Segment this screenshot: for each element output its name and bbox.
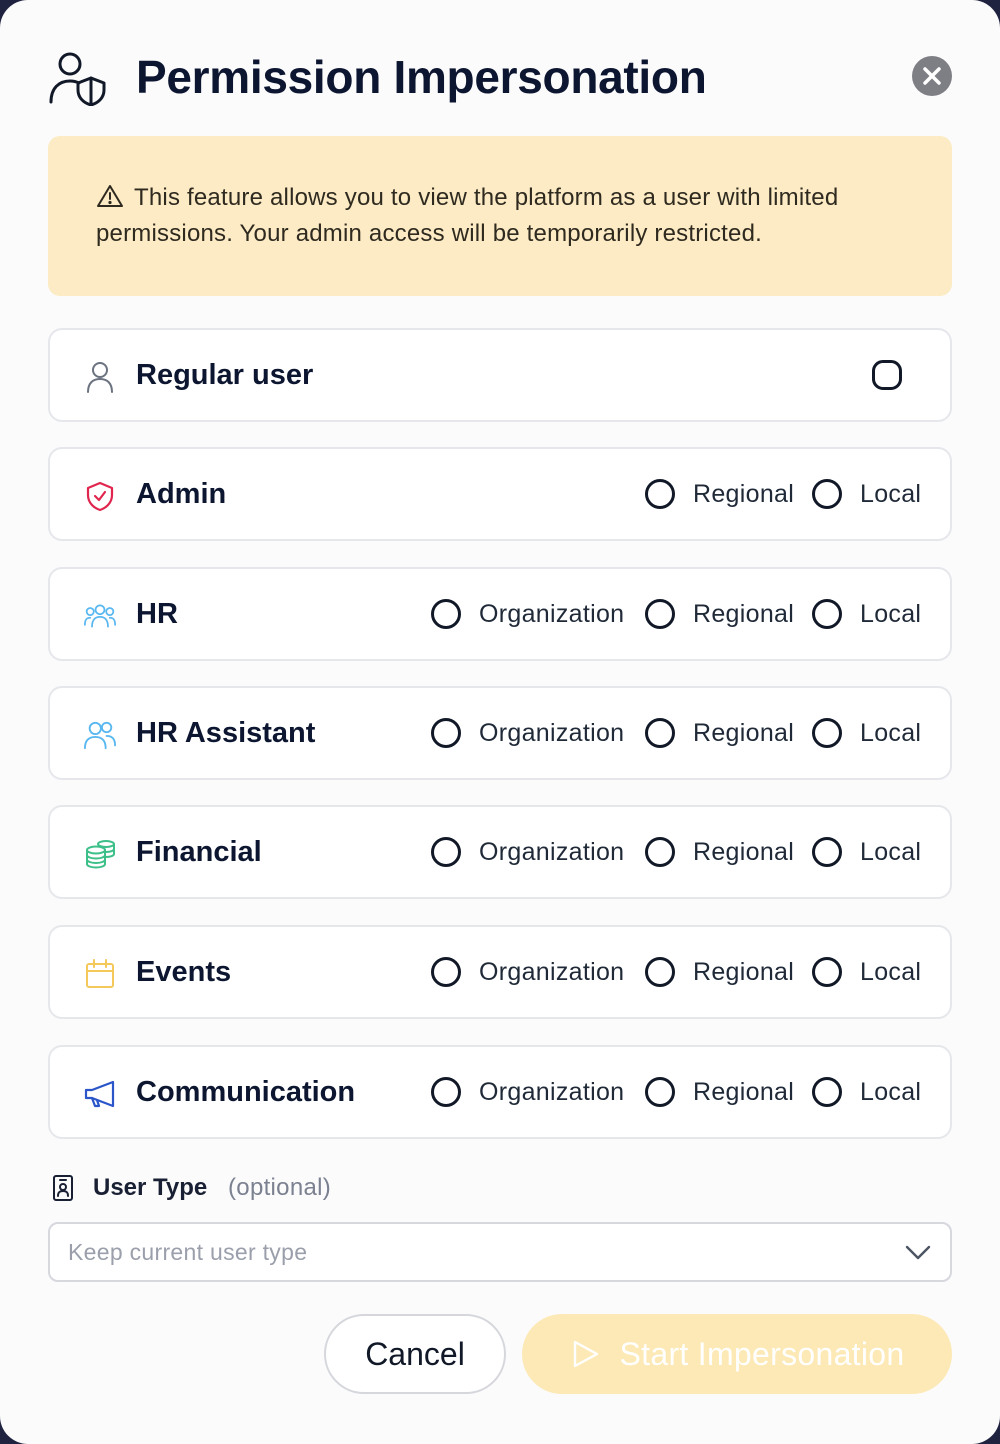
chevron-down-icon <box>905 1245 931 1260</box>
financial-option-organization[interactable]: Organization <box>431 807 624 897</box>
option-label: Organization <box>479 718 625 747</box>
admin-option-local[interactable]: Local <box>812 449 921 539</box>
dialog-title: Permission Impersonation <box>136 51 707 103</box>
warning-line-1: This feature allows you to view the plat… <box>96 180 904 216</box>
option-label: Organization <box>479 837 625 866</box>
user-type-label-row: User Type (optional) <box>48 1170 648 1206</box>
radio-button[interactable] <box>431 718 461 748</box>
user-shield-icon <box>49 52 106 106</box>
radio-button[interactable] <box>645 837 675 867</box>
option-label: Regional <box>693 837 795 866</box>
hr-assistant-option-regional[interactable]: Regional <box>645 688 794 778</box>
radio-button[interactable] <box>431 599 461 629</box>
role-card-regular-user[interactable]: Regular user <box>48 328 952 422</box>
radio-button[interactable] <box>812 1077 842 1107</box>
warning-triangle-icon <box>97 185 123 207</box>
id-badge-icon <box>53 1175 73 1201</box>
regular-user-radio[interactable] <box>872 330 902 420</box>
radio-button[interactable] <box>812 837 842 867</box>
start-button-label: Start Impersonation <box>619 1335 905 1372</box>
radio-button[interactable] <box>645 957 675 987</box>
option-label: Local <box>860 479 922 508</box>
radio-button[interactable] <box>431 837 461 867</box>
start-impersonation-button[interactable]: Start Impersonation <box>522 1314 952 1394</box>
option-label: Regional <box>693 957 795 986</box>
role-label: Financial <box>136 836 262 868</box>
admin-option-regional[interactable]: Regional <box>645 449 794 539</box>
radio-button[interactable] <box>645 718 675 748</box>
warning-text-2: permissions. Your admin access will be t… <box>96 220 762 247</box>
option-label: Regional <box>693 479 795 508</box>
communication-option-regional[interactable]: Regional <box>645 1047 794 1137</box>
hr-option-organization[interactable]: Organization <box>431 569 624 659</box>
warning-banner: This feature allows you to view the plat… <box>48 136 952 296</box>
hr-option-local[interactable]: Local <box>812 569 921 659</box>
cancel-button[interactable]: Cancel <box>324 1314 506 1394</box>
role-card-financial: Financial Organization Regional Local <box>48 805 952 899</box>
role-card-communication: Communication Organization Regional Loca… <box>48 1045 952 1139</box>
events-option-organization[interactable]: Organization <box>431 927 624 1017</box>
role-label: HR <box>136 598 178 630</box>
users-group-icon <box>84 604 116 628</box>
option-label: Regional <box>693 1077 795 1106</box>
option-label: Regional <box>693 718 795 747</box>
option-label: Local <box>860 718 922 747</box>
radio-button[interactable] <box>645 599 675 629</box>
radio-button[interactable] <box>812 479 842 509</box>
role-card-admin: Admin Regional Local <box>48 447 952 541</box>
communication-option-local[interactable]: Local <box>812 1047 921 1137</box>
events-option-local[interactable]: Local <box>812 927 921 1017</box>
hr-assistant-option-local[interactable]: Local <box>812 688 921 778</box>
option-label: Local <box>860 1077 922 1106</box>
close-icon <box>923 67 941 85</box>
warning-text-1: This feature allows you to view the plat… <box>134 184 839 211</box>
role-label: Admin <box>136 478 227 510</box>
radio-button[interactable] <box>812 957 842 987</box>
financial-option-regional[interactable]: Regional <box>645 807 794 897</box>
hr-option-regional[interactable]: Regional <box>645 569 794 659</box>
dialog-header: Permission Impersonation <box>48 48 952 108</box>
radio-button[interactable] <box>431 1077 461 1107</box>
radio-button[interactable] <box>645 479 675 509</box>
option-label: Regional <box>693 599 795 628</box>
play-icon <box>573 1340 598 1368</box>
user-type-label: User Type <box>93 1174 208 1201</box>
user-type-select[interactable]: Keep current user type <box>48 1222 952 1282</box>
role-label: Events <box>136 956 232 988</box>
select-value: Keep current user type <box>68 1239 308 1265</box>
option-label: Organization <box>479 957 625 986</box>
option-label: Local <box>860 837 922 866</box>
role-label: HR Assistant <box>136 717 316 749</box>
role-card-events: Events Organization Regional Local <box>48 925 952 1019</box>
close-button[interactable] <box>912 56 952 96</box>
role-label: Communication <box>136 1076 356 1108</box>
option-label: Organization <box>479 599 625 628</box>
role-card-hr-assistant: HR Assistant Organization Regional Local <box>48 686 952 780</box>
calendar-icon <box>86 959 114 988</box>
radio-button[interactable] <box>645 1077 675 1107</box>
megaphone-icon <box>84 1080 115 1108</box>
role-card-hr: HR Organization Regional Local <box>48 567 952 661</box>
shield-check-icon <box>86 481 114 512</box>
optional-hint: (optional) <box>228 1174 332 1201</box>
users-icon <box>84 721 116 750</box>
financial-option-local[interactable]: Local <box>812 807 921 897</box>
events-option-regional[interactable]: Regional <box>645 927 794 1017</box>
option-label: Local <box>860 599 922 628</box>
radio-button[interactable] <box>812 599 842 629</box>
role-label: Regular user <box>136 359 314 391</box>
coins-icon <box>86 840 115 869</box>
radio-button[interactable] <box>872 360 902 390</box>
radio-button[interactable] <box>431 957 461 987</box>
user-icon <box>87 362 113 393</box>
impersonation-dialog: Permission Impersonation This feature al… <box>0 0 1000 1444</box>
hr-assistant-option-organization[interactable]: Organization <box>431 688 624 778</box>
option-label: Organization <box>479 1077 625 1106</box>
radio-button[interactable] <box>812 718 842 748</box>
option-label: Local <box>860 957 922 986</box>
communication-option-organization[interactable]: Organization <box>431 1047 624 1137</box>
